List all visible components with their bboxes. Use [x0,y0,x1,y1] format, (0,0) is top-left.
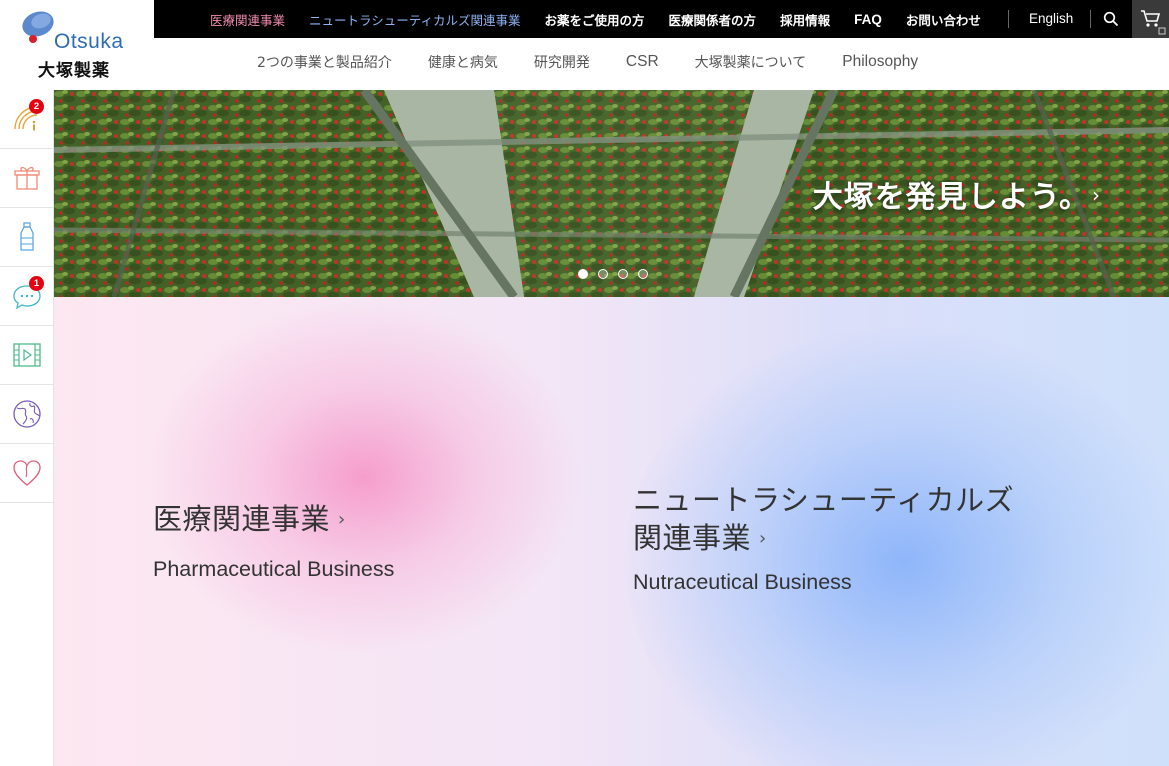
heart-icon [12,460,41,486]
nutraceutical-title-jp-line1: ニュートラシューティカルズ [633,483,1015,517]
carousel-dots [578,269,658,279]
main-nav-items: 2つの事業と製品紹介 健康と病気 研究開発 CSR 大塚製薬について Philo… [257,38,954,86]
carousel-dot-4[interactable] [638,269,648,279]
cart-icon [1141,10,1166,35]
english-link[interactable]: English [1029,0,1073,38]
nutraceutical-title-en: Nutraceutical Business [633,570,852,594]
sidebar-item-information[interactable]: 2 [0,90,53,149]
top-nav-patients[interactable]: お薬をご使用の方 [545,10,645,29]
top-nav-contact[interactable]: お問い合わせ [906,10,981,29]
business-section: 医療関連事業 › Pharmaceutical Business ニュートラシュー… [54,297,1169,766]
pharmaceutical-title-jp: 医療関連事業 [153,502,331,536]
top-separator [1008,10,1009,28]
main-nav-health-disease[interactable]: 健康と病気 [428,52,498,72]
main-nav-businesses-products[interactable]: 2つの事業と製品紹介 [257,52,392,72]
bottle-icon [19,222,34,251]
sidebar-item-products[interactable] [0,208,53,267]
sidebar-item-videos[interactable] [0,326,53,385]
chevron-right-icon: › [338,509,346,530]
main-nav: 2つの事業と製品紹介 健康と病気 研究開発 CSR 大塚製薬について Philo… [154,38,1169,90]
pharmaceutical-business-link[interactable]: 医療関連事業 › Pharmaceutical Business [153,500,394,582]
sidebar-item-global[interactable] [0,385,53,444]
sidebar-item-chat[interactable]: 1 [0,267,53,326]
top-nav-medical-professionals[interactable]: 医療関係者の方 [669,10,757,29]
carousel-dot-2[interactable] [598,269,608,279]
nutraceutical-title: ニュートラシューティカルズ 関連事業 › [633,481,1014,562]
search-icon[interactable] [1102,10,1120,28]
sidebar-item-health[interactable] [0,444,53,503]
chevron-right-icon: › [759,528,767,549]
pink-glow [144,297,584,657]
carousel-dot-1[interactable] [578,269,588,279]
left-sidebar: 2 1 [0,90,54,766]
gift-icon [13,166,40,190]
hero-title: 大塚を発見しよう。 [812,180,1090,215]
top-separator [1090,10,1091,28]
pharmaceutical-title: 医療関連事業 › [153,500,394,543]
hero-title-link[interactable]: 大塚を発見しよう。 › [813,172,1101,216]
carousel-dot-3[interactable] [618,269,628,279]
top-nav-nutraceutical[interactable]: ニュートラシューティカルズ関連事業 [309,10,521,29]
logo-mark-icon [22,11,54,43]
chevron-right-icon: › [1092,183,1101,207]
globe-icon [12,400,41,428]
main-nav-research[interactable]: 研究開発 [534,52,590,72]
top-nav-careers[interactable]: 採用情報 [780,10,830,29]
main-nav-philosophy[interactable]: Philosophy [842,53,918,71]
top-nav-pharmaceutical[interactable]: 医療関連事業 [210,10,285,29]
top-nav-faq[interactable]: FAQ [854,12,882,27]
logo-text-jp: 大塚製薬 [38,61,110,81]
main-nav-csr[interactable]: CSR [626,53,659,71]
video-film-icon [12,343,41,367]
hero-banner[interactable]: 大塚を発見しよう。 › [54,90,1169,297]
sidebar-item-gift[interactable] [0,149,53,208]
otsuka-logo[interactable]: Otsuka 大塚製薬 [0,0,154,90]
cart-button[interactable] [1132,0,1169,38]
chat-badge: 1 [29,276,44,291]
pharmaceutical-title-en: Pharmaceutical Business [153,557,395,581]
information-badge: 2 [29,99,44,114]
nutraceutical-title-jp-line2: 関連事業 [633,521,752,555]
nutraceutical-business-link[interactable]: ニュートラシューティカルズ 関連事業 › Nutraceutical Busine… [633,481,1014,595]
top-nav: 医療関連事業 ニュートラシューティカルズ関連事業 お薬をご使用の方 医療関係者の… [154,0,1005,38]
logo-text-en: Otsuka [54,30,124,53]
main-nav-about[interactable]: 大塚製薬について [695,52,807,72]
top-utility-bar: 医療関連事業 ニュートラシューティカルズ関連事業 お薬をご使用の方 医療関係者の… [154,0,1169,38]
